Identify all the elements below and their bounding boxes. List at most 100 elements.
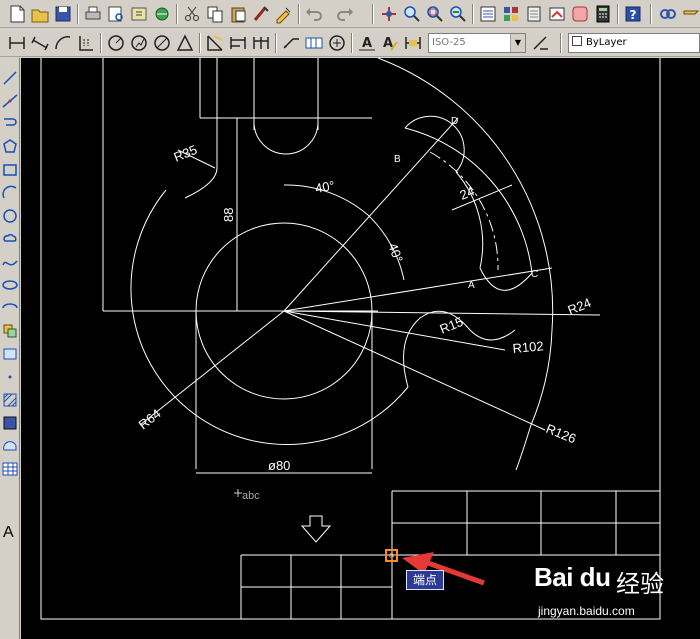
svg-text:?: ? bbox=[630, 8, 637, 22]
revision-cloud-icon[interactable] bbox=[0, 229, 20, 249]
aligned-dimension-icon[interactable] bbox=[29, 32, 51, 54]
markup-icon[interactable] bbox=[546, 3, 568, 25]
baidu-logo: Bai du bbox=[534, 562, 611, 592]
radial-r102 bbox=[283, 310, 506, 351]
label-point-a: A bbox=[468, 280, 475, 291]
label-r102: R102 bbox=[512, 338, 544, 356]
tolerance-icon[interactable] bbox=[303, 32, 325, 54]
label-r126: R126 bbox=[544, 421, 578, 447]
undo-icon[interactable] bbox=[303, 3, 325, 25]
arc-r126-end bbox=[515, 424, 532, 471]
print-preview-icon[interactable] bbox=[105, 3, 127, 25]
label-point-d: D bbox=[451, 116, 458, 127]
label-angle-2: 40° bbox=[385, 241, 406, 265]
sheet-set-icon[interactable] bbox=[569, 3, 591, 25]
dimension-style-select[interactable]: ISO-25 ▼ bbox=[428, 33, 526, 53]
publish-icon[interactable] bbox=[128, 3, 150, 25]
point-icon[interactable] bbox=[0, 367, 20, 387]
label-r15: R15 bbox=[438, 314, 466, 337]
gradient-icon[interactable] bbox=[0, 413, 20, 433]
cursor-label: abc bbox=[242, 490, 260, 502]
ellipse-icon[interactable] bbox=[0, 275, 20, 295]
table-icon[interactable] bbox=[0, 459, 20, 479]
radial-r126 bbox=[283, 310, 546, 431]
center-mark-icon[interactable] bbox=[326, 32, 348, 54]
top-extension bbox=[199, 58, 372, 119]
save-icon[interactable] bbox=[52, 3, 74, 25]
redo-icon[interactable] bbox=[334, 3, 356, 25]
hatch-icon[interactable] bbox=[0, 390, 20, 410]
dimension-edit-icon[interactable]: A bbox=[356, 32, 378, 54]
snap-tooltip: 端点 bbox=[406, 570, 444, 590]
multiline-text-icon[interactable]: A bbox=[3, 524, 14, 542]
region-icon[interactable] bbox=[0, 436, 20, 456]
slot-end-bottom bbox=[479, 267, 533, 291]
open-file-icon[interactable] bbox=[29, 3, 51, 25]
dimension-update-icon[interactable] bbox=[402, 32, 424, 54]
insert-block-icon[interactable] bbox=[0, 321, 20, 341]
rectangle-icon[interactable] bbox=[0, 160, 20, 180]
dimension-style-icon[interactable] bbox=[530, 32, 552, 54]
layer-value: ByLayer bbox=[586, 37, 627, 48]
jogged-dimension-icon[interactable] bbox=[128, 32, 150, 54]
dimension-text-edit-icon[interactable]: A bbox=[379, 32, 401, 54]
diameter-dimension-icon[interactable] bbox=[151, 32, 173, 54]
polyline-icon[interactable] bbox=[0, 114, 20, 134]
circle-icon[interactable] bbox=[0, 206, 20, 226]
layer-select[interactable]: ByLayer bbox=[568, 33, 700, 53]
angular-dimension-icon[interactable] bbox=[174, 32, 196, 54]
spline-icon[interactable] bbox=[0, 252, 20, 272]
design-center-icon[interactable] bbox=[500, 3, 522, 25]
quick-leader-icon[interactable] bbox=[280, 32, 302, 54]
drawing-canvas[interactable]: R35 R64 R15 R102 R24 R126 ø80 88 24 40° … bbox=[21, 58, 700, 639]
zoom-realtime-icon[interactable] bbox=[401, 3, 423, 25]
stem-left bbox=[184, 58, 218, 199]
make-block-icon[interactable] bbox=[0, 344, 20, 364]
cursor-crosshair bbox=[234, 489, 242, 497]
tool-palettes-icon[interactable] bbox=[523, 3, 545, 25]
new-file-icon[interactable] bbox=[6, 3, 28, 25]
copy-icon[interactable] bbox=[204, 3, 226, 25]
svg-text:A: A bbox=[362, 36, 372, 51]
stem-bottom-arc bbox=[253, 121, 319, 155]
ordinate-dimension-icon[interactable] bbox=[75, 32, 97, 54]
draw-toolbar: A bbox=[0, 58, 20, 639]
paste-icon[interactable] bbox=[227, 3, 249, 25]
dia80-extension bbox=[195, 311, 373, 469]
arc-icon[interactable] bbox=[0, 183, 20, 203]
arc-r64 bbox=[130, 189, 409, 445]
zoom-window-icon[interactable] bbox=[424, 3, 446, 25]
arc-length-icon[interactable] bbox=[52, 32, 74, 54]
quick-calc-icon[interactable] bbox=[592, 3, 614, 25]
line-icon[interactable] bbox=[0, 68, 20, 88]
zoom-previous-icon[interactable] bbox=[447, 3, 469, 25]
pan-icon[interactable] bbox=[378, 3, 400, 25]
radial-r64 bbox=[139, 310, 285, 426]
polygon-icon[interactable] bbox=[0, 137, 20, 157]
bottom-table bbox=[240, 554, 392, 619]
standard-toolbar: ? bbox=[0, 0, 700, 28]
slot-centerline bbox=[429, 151, 499, 271]
continue-dimension-icon[interactable] bbox=[250, 32, 272, 54]
block-editor-icon[interactable] bbox=[273, 3, 295, 25]
quick-dimension-icon[interactable] bbox=[204, 32, 226, 54]
properties-icon[interactable] bbox=[477, 3, 499, 25]
layer-previous-icon[interactable] bbox=[680, 3, 700, 25]
linear-dimension-icon[interactable] bbox=[6, 32, 28, 54]
layer-color-swatch bbox=[572, 36, 582, 46]
radius-dimension-icon[interactable] bbox=[105, 32, 127, 54]
print-icon[interactable] bbox=[82, 3, 104, 25]
baseline-dimension-icon[interactable] bbox=[227, 32, 249, 54]
chevron-down-icon[interactable]: ▼ bbox=[510, 34, 525, 52]
plot-icon[interactable] bbox=[151, 3, 173, 25]
watermark-brand: 经验 bbox=[616, 570, 664, 598]
construction-line-icon[interactable] bbox=[0, 91, 20, 111]
label-point-b: B bbox=[394, 154, 401, 165]
cut-icon[interactable] bbox=[181, 3, 203, 25]
ellipse-arc-icon[interactable] bbox=[0, 298, 20, 318]
match-properties-icon[interactable] bbox=[250, 3, 272, 25]
help-icon[interactable]: ? bbox=[622, 3, 644, 25]
link-icon[interactable] bbox=[657, 3, 679, 25]
label-dia80: ø80 bbox=[268, 458, 290, 473]
dimension-toolbar: A A ISO-25 ▼ ByLayer bbox=[0, 29, 700, 57]
